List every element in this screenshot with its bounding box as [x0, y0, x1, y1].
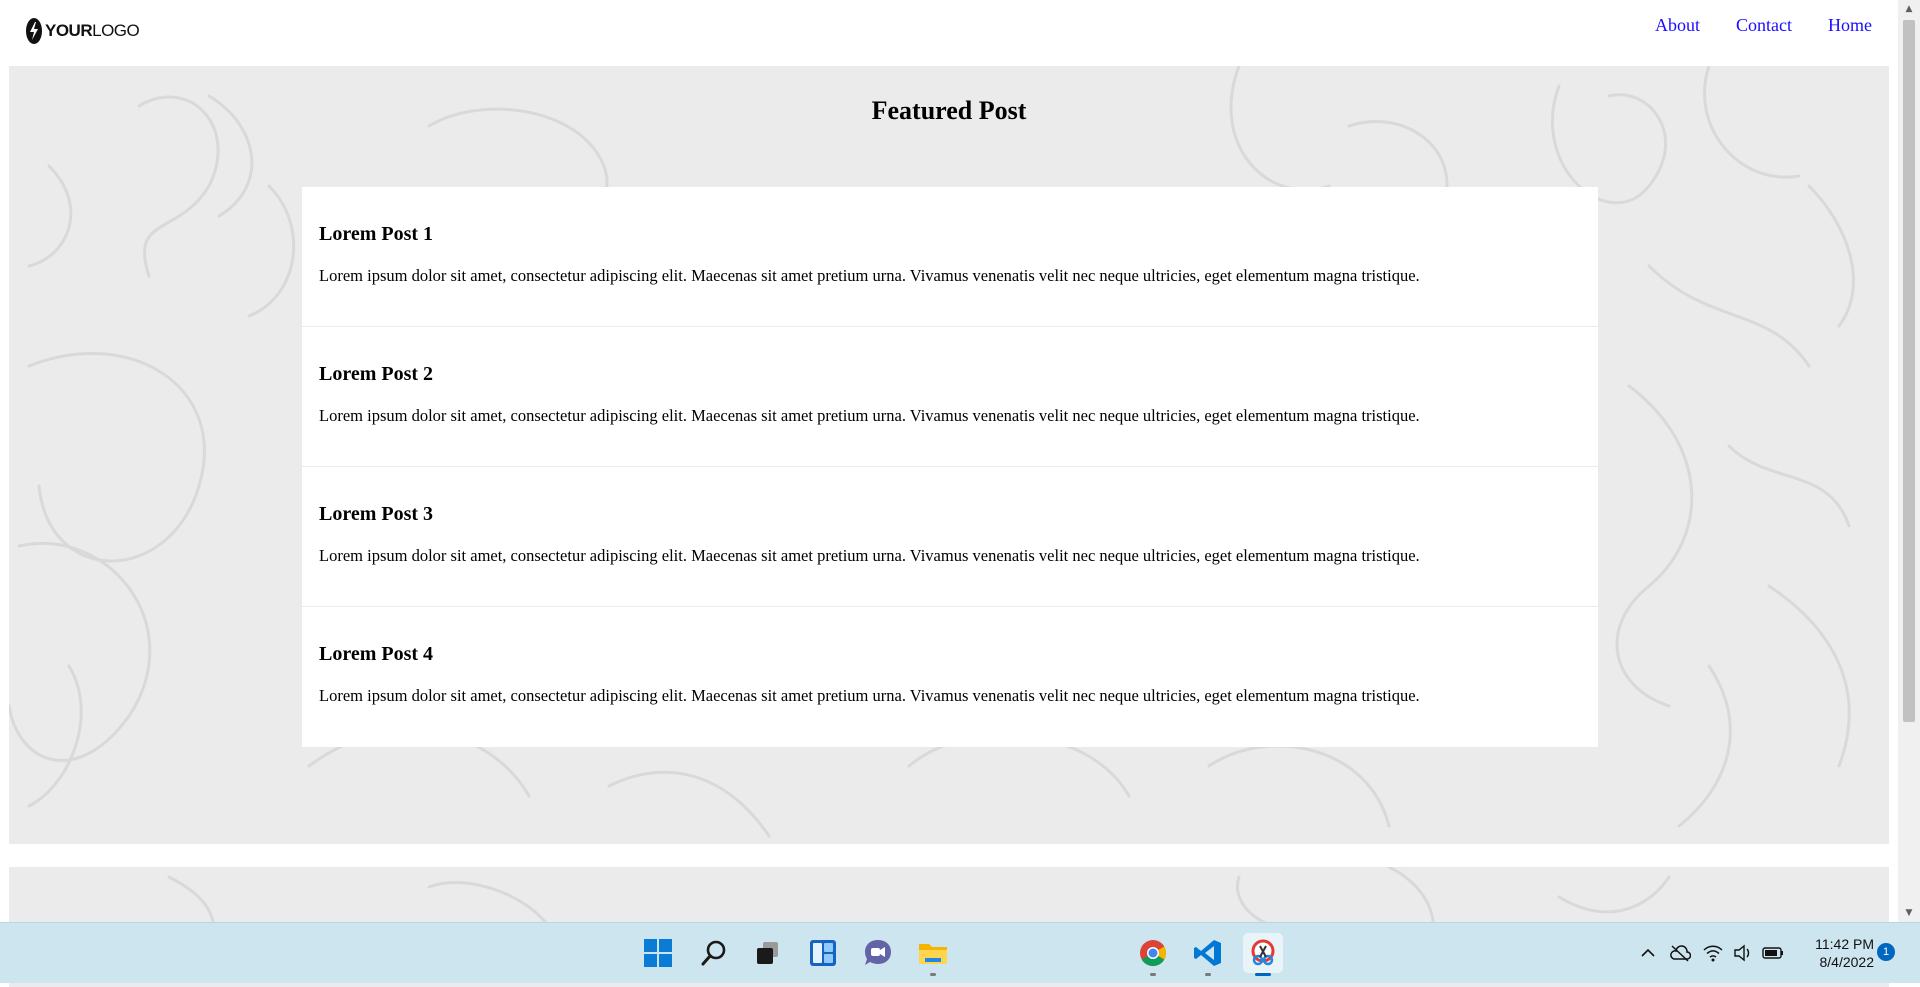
- volume-icon[interactable]: [1728, 933, 1758, 973]
- battery-icon[interactable]: [1758, 933, 1788, 973]
- task-view-icon[interactable]: [748, 933, 788, 973]
- site-logo[interactable]: YOURLOGO: [26, 17, 140, 45]
- nav-link-contact[interactable]: Contact: [1736, 15, 1792, 36]
- featured-title: Featured Post: [871, 96, 1027, 125]
- post-excerpt: Lorem ipsum dolor sit amet, consectetur …: [319, 686, 1420, 705]
- wifi-icon[interactable]: [1698, 933, 1728, 973]
- bolt-icon: [26, 18, 42, 44]
- post-excerpt: Lorem ipsum dolor sit amet, consectetur …: [319, 406, 1420, 425]
- main-nav: About Contact Home: [1655, 15, 1872, 36]
- clock-time: 11:42 PM: [1815, 936, 1874, 952]
- widgets-icon[interactable]: [803, 933, 843, 973]
- running-indicator: [1205, 973, 1211, 976]
- system-clock[interactable]: 11:42 PM 8/4/2022: [1796, 935, 1874, 971]
- post-card[interactable]: Lorem Post 4 Lorem ipsum dolor sit amet,…: [302, 607, 1598, 747]
- scroll-up-icon[interactable]: ▲: [1898, 0, 1920, 18]
- scroll-thumb[interactable]: [1903, 20, 1915, 722]
- running-indicator: [1150, 973, 1156, 976]
- running-indicator: [930, 973, 936, 976]
- post-list: Lorem Post 1 Lorem ipsum dolor sit amet,…: [302, 187, 1598, 747]
- search-icon[interactable]: [694, 933, 734, 973]
- chrome-icon[interactable]: [1133, 933, 1173, 976]
- vscode-icon[interactable]: [1188, 933, 1228, 976]
- post-card[interactable]: Lorem Post 3 Lorem ipsum dolor sit amet,…: [302, 467, 1598, 607]
- teams-chat-icon[interactable]: [858, 933, 898, 973]
- file-explorer-icon[interactable]: [913, 933, 953, 976]
- post-title: Lorem Post 2: [319, 363, 434, 385]
- logo-text: YOURLOGO: [45, 21, 140, 40]
- windows-start-icon[interactable]: [638, 933, 678, 973]
- onedrive-icon[interactable]: [1665, 933, 1695, 973]
- featured-section: Featured Post Lorem Post 1 Lorem ipsum d…: [9, 66, 1889, 844]
- post-title: Lorem Post 4: [319, 643, 434, 665]
- clock-date: 8/4/2022: [1819, 954, 1875, 970]
- post-excerpt: Lorem ipsum dolor sit amet, consectetur …: [319, 546, 1420, 565]
- scroll-down-icon[interactable]: ▼: [1898, 904, 1920, 922]
- active-indicator: [1255, 973, 1271, 976]
- snipping-tool-icon[interactable]: [1243, 933, 1283, 976]
- post-excerpt: Lorem ipsum dolor sit amet, consectetur …: [319, 266, 1420, 285]
- nav-link-about[interactable]: About: [1655, 15, 1700, 36]
- site-header: YOURLOGO About Contact Home: [0, 0, 1898, 66]
- post-title: Lorem Post 3: [319, 503, 434, 525]
- post-title: Lorem Post 1: [319, 223, 434, 245]
- taskbar: 11:42 PM 8/4/2022 1: [0, 922, 1920, 983]
- nav-link-home[interactable]: Home: [1828, 15, 1872, 36]
- post-card[interactable]: Lorem Post 2 Lorem ipsum dolor sit amet,…: [302, 327, 1598, 467]
- chevron-up-icon[interactable]: [1633, 933, 1663, 973]
- notification-badge[interactable]: 1: [1877, 943, 1895, 961]
- vertical-scrollbar[interactable]: ▲ ▼: [1898, 0, 1920, 922]
- post-card[interactable]: Lorem Post 1 Lorem ipsum dolor sit amet,…: [302, 187, 1598, 327]
